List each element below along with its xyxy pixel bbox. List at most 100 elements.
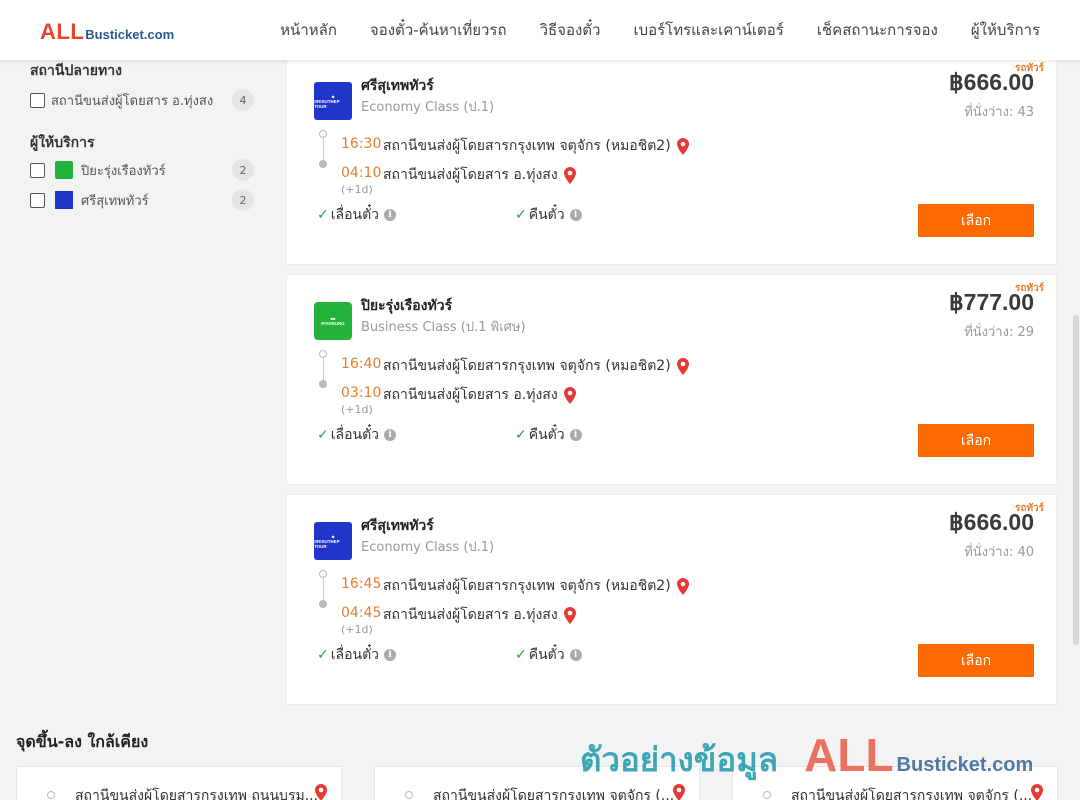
- trip-card: รถทัวร์ ◆ SRISUTHEP TOUR ศรีสุเทพทัวร์ E…: [286, 494, 1057, 705]
- next-day-indicator: (+1d): [341, 183, 373, 196]
- check-icon: ✓: [317, 647, 329, 663]
- info-icon[interactable]: i: [384, 429, 397, 441]
- map-pin-icon[interactable]: [315, 784, 327, 800]
- trip-card: รถทัวร์ ■■ PIYARUNG ปิยะรุ่งเรืองทัวร์ B…: [286, 274, 1057, 485]
- bus-class: Business Class (ป.1 พิเศษ): [361, 320, 526, 335]
- departure-time: 16:40: [341, 356, 382, 372]
- arrival-station: สถานีขนส่งผู้โดยสาร อ.ทุ่งสง: [383, 384, 576, 406]
- map-pin-icon[interactable]: [673, 784, 685, 800]
- arrival-dot: [319, 160, 327, 168]
- arrival-station-label: สถานีขนส่งผู้โดยสาร อ.ทุ่งสง: [383, 387, 558, 403]
- operator-name: ศรีสุเทพทัวร์: [361, 78, 434, 94]
- trip-price: ฿666.00: [949, 509, 1034, 535]
- nav-home[interactable]: หน้าหลัก: [280, 18, 337, 42]
- nearby-stop-card[interactable]: สถานีขนส่งผู้โดยสารกรุงเทพ จตุจักร (...: [732, 766, 1058, 800]
- arrival-station-label: สถานีขนส่งผู้โดยสาร อ.ทุ่งสง: [383, 607, 558, 623]
- info-icon[interactable]: i: [569, 209, 582, 221]
- map-pin-icon[interactable]: [676, 137, 689, 155]
- operator-filter-option[interactable]: ปิยะรุ่งเรืองทัวร์ 2: [30, 159, 254, 181]
- change-ticket-feature: ✓ เลื่อนตั๋ว i: [317, 204, 397, 226]
- check-icon: ✓: [515, 207, 527, 223]
- nearby-stop-name: สถานีขนส่งผู้โดยสารกรุงเทพ จตุจักร (...: [433, 788, 675, 800]
- feature-label: เลื่อนตั๋ว: [330, 427, 380, 443]
- nav-how-to-book[interactable]: วิธีจองตั๋ว: [540, 18, 601, 42]
- map-pin-icon[interactable]: [563, 606, 576, 624]
- checkbox[interactable]: [30, 92, 45, 108]
- map-pin-icon[interactable]: [1031, 784, 1043, 800]
- operator-option-count: 2: [232, 159, 254, 181]
- refund-ticket-feature: ✓ คืนตั๋ว i: [515, 644, 582, 666]
- arrival-dot: [319, 380, 327, 388]
- operator-logo: ◆ SRISUTHEP TOUR: [314, 82, 352, 120]
- top-header: ALL Busticket.com หน้าหลัก จองตั๋ว-ค้นหา…: [0, 0, 1080, 60]
- nav-contact-counter[interactable]: เบอร์โทรและเคาน์เตอร์: [633, 18, 783, 42]
- operator-filter-title: ผู้ให้บริการ: [30, 135, 95, 151]
- select-trip-button[interactable]: เลือก: [918, 424, 1034, 457]
- seats-available: ที่นั่งว่าง: 29: [964, 325, 1034, 340]
- trip-card: รถทัวร์ ◆ SRISUTHEP TOUR ศรีสุเทพทัวร์ E…: [286, 54, 1057, 265]
- seats-available: ที่นั่งว่าง: 43: [964, 105, 1034, 120]
- arrival-time: 03:10: [341, 385, 382, 401]
- nearby-stop-card[interactable]: สถานีขนส่งผู้โดยสารกรุงเทพ ถนนบรม...: [16, 766, 342, 800]
- nearby-stops-title: จุดขึ้น-ลง ใกล้เคียง: [16, 732, 149, 751]
- operator-option-count: 2: [232, 189, 254, 211]
- trip-price: ฿777.00: [949, 289, 1034, 315]
- stop-dot: [763, 791, 771, 799]
- feature-label: คืนตั๋ว: [528, 647, 565, 663]
- feature-label: เลื่อนตั๋ว: [330, 207, 380, 223]
- info-icon[interactable]: i: [569, 649, 582, 661]
- arrival-time: 04:45: [341, 605, 382, 621]
- bus-class: Economy Class (ป.1): [361, 540, 495, 555]
- operator-option-label: ศรีสุเทพทัวร์: [81, 193, 149, 209]
- bus-class: Economy Class (ป.1): [361, 100, 495, 115]
- departure-time: 16:30: [341, 136, 382, 152]
- map-pin-icon[interactable]: [676, 357, 689, 375]
- map-pin-icon[interactable]: [563, 166, 576, 184]
- map-pin-icon[interactable]: [563, 386, 576, 404]
- check-icon: ✓: [317, 427, 329, 443]
- info-icon[interactable]: i: [569, 429, 582, 441]
- departure-time: 16:45: [341, 576, 382, 592]
- site-logo[interactable]: ALL Busticket.com: [40, 19, 174, 45]
- nearby-stop-name: สถานีขนส่งผู้โดยสารกรุงเทพ ถนนบรม...: [75, 788, 319, 800]
- info-icon[interactable]: i: [384, 649, 397, 661]
- check-icon: ✓: [515, 647, 527, 663]
- nearby-stop-card[interactable]: สถานีขนส่งผู้โดยสารกรุงเทพ จตุจักร (...: [374, 766, 700, 800]
- destination-filter-option[interactable]: สถานีขนส่งผู้โดยสาร อ.ทุ่งสง 4: [30, 89, 254, 111]
- stop-dot: [47, 791, 55, 799]
- operator-logo-icon: [55, 161, 73, 179]
- map-pin-icon[interactable]: [676, 577, 689, 595]
- select-trip-button[interactable]: เลือก: [918, 204, 1034, 237]
- operator-logo: ■■ PIYARUNG: [314, 302, 352, 340]
- stop-dot: [405, 791, 413, 799]
- operator-logo: ◆ SRISUTHEP TOUR: [314, 522, 352, 560]
- main-nav: หน้าหลัก จองตั๋ว-ค้นหาเที่ยวรถ วิธีจองตั…: [247, 0, 1040, 60]
- feature-label: คืนตั๋ว: [528, 427, 565, 443]
- feature-label: คืนตั๋ว: [528, 207, 565, 223]
- change-ticket-feature: ✓ เลื่อนตั๋ว i: [317, 424, 397, 446]
- next-day-indicator: (+1d): [341, 403, 373, 416]
- nav-book-search[interactable]: จองตั๋ว-ค้นหาเที่ยวรถ: [370, 18, 507, 42]
- nav-check-booking[interactable]: เช็คสถานะการจอง: [817, 18, 938, 42]
- operator-name: ปิยะรุ่งเรืองทัวร์: [361, 298, 453, 314]
- check-icon: ✓: [317, 207, 329, 223]
- operator-filter-option[interactable]: ศรีสุเทพทัวร์ 2: [30, 189, 254, 211]
- checkbox[interactable]: [30, 162, 45, 178]
- change-ticket-feature: ✓ เลื่อนตั๋ว i: [317, 644, 397, 666]
- refund-ticket-feature: ✓ คืนตั๋ว i: [515, 424, 582, 446]
- trip-price: ฿666.00: [949, 69, 1034, 95]
- checkbox[interactable]: [30, 192, 45, 208]
- logo-rest-text: Busticket.com: [85, 27, 175, 42]
- page-scrollbar-thumb[interactable]: [1073, 315, 1079, 645]
- nav-operators[interactable]: ผู้ให้บริการ: [971, 18, 1040, 42]
- info-icon[interactable]: i: [384, 209, 397, 221]
- arrival-dot: [319, 600, 327, 608]
- arrival-station-label: สถานีขนส่งผู้โดยสาร อ.ทุ่งสง: [383, 167, 558, 183]
- destination-option-count: 4: [232, 89, 254, 111]
- next-day-indicator: (+1d): [341, 623, 373, 636]
- arrival-station: สถานีขนส่งผู้โดยสาร อ.ทุ่งสง: [383, 604, 576, 626]
- departure-station: สถานีขนส่งผู้โดยสารกรุงเทพ จตุจักร (หมอช…: [383, 355, 689, 377]
- destination-option-label: สถานีขนส่งผู้โดยสาร อ.ทุ่งสง: [51, 93, 214, 109]
- select-trip-button[interactable]: เลือก: [918, 644, 1034, 677]
- departure-station-label: สถานีขนส่งผู้โดยสารกรุงเทพ จตุจักร (หมอช…: [383, 578, 671, 594]
